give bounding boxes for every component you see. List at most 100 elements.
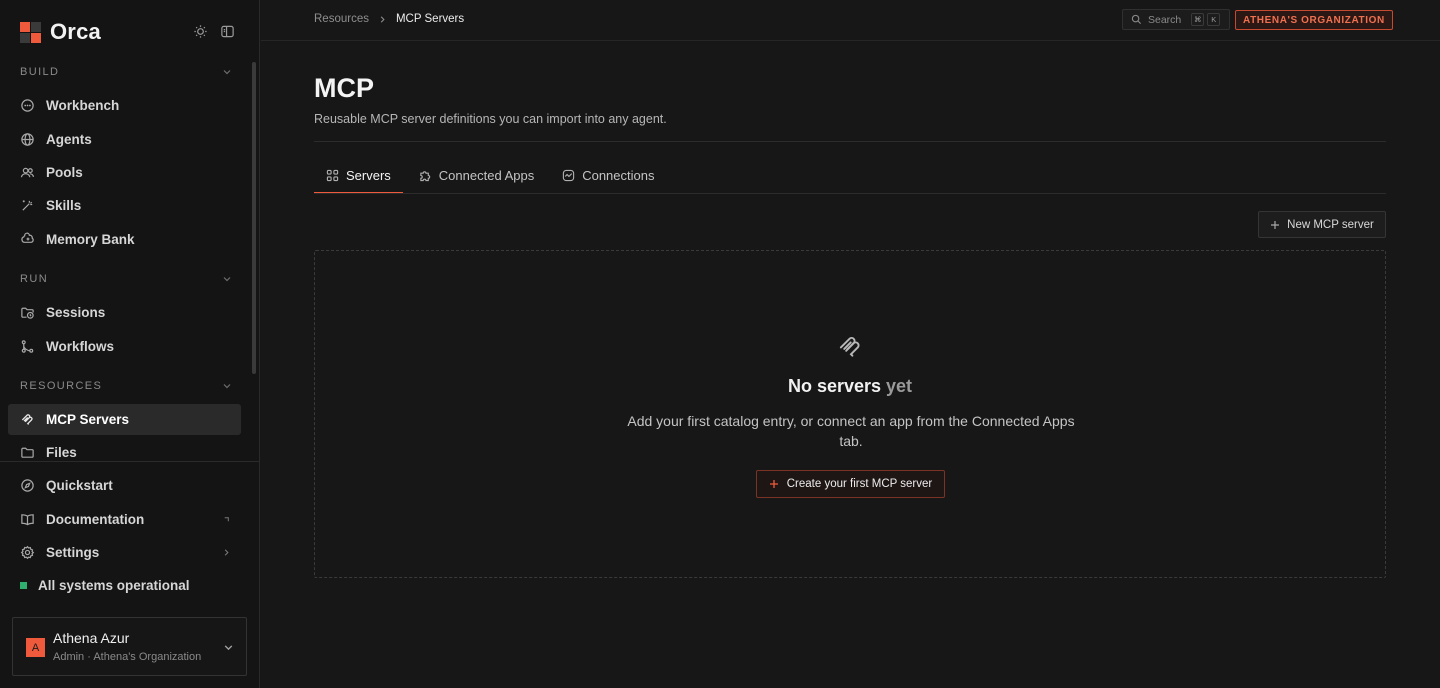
orca-logo [20, 21, 41, 43]
org-switcher[interactable]: ATHENA'S ORGANIZATION [1235, 10, 1393, 30]
sidebar-item-mcp-servers[interactable]: MCP Servers [8, 404, 241, 435]
activity-icon [562, 169, 575, 182]
plus-icon [769, 479, 779, 489]
page-title: MCP [314, 73, 374, 103]
section-build[interactable]: BUILD [20, 64, 232, 80]
tabs-divider [314, 193, 1386, 194]
tab-label: Servers [346, 167, 391, 183]
chevron-down-icon [222, 274, 232, 284]
sun-icon[interactable] [193, 24, 208, 39]
brain-icon [20, 232, 35, 247]
sidebar: Orca BUILD Workbench Agents Pools Skills… [0, 0, 260, 688]
chevron-right-icon [378, 15, 387, 24]
grid-icon [326, 169, 339, 182]
chat-bubble-icon [20, 98, 35, 113]
section-run-title: RUN [20, 273, 49, 285]
sidebar-item-workflows[interactable]: Workflows [8, 331, 241, 362]
plus-icon [1270, 220, 1280, 230]
section-resources[interactable]: RESOURCES [20, 378, 232, 394]
search-icon [1131, 14, 1142, 25]
sidebar-item-label: Settings [46, 545, 100, 560]
sidebar-item-label: Quickstart [46, 478, 113, 493]
sidebar-item-label: Skills [46, 198, 82, 213]
user-name: Athena Azur [53, 630, 130, 646]
sidebar-item-files[interactable]: Files [8, 437, 241, 461]
compass-icon [20, 478, 35, 493]
book-icon [20, 512, 35, 527]
users-icon [20, 165, 35, 180]
gear-icon [20, 545, 35, 560]
system-status[interactable]: All systems operational [20, 578, 190, 593]
chevron-down-icon [222, 381, 232, 391]
page-subtitle: Reusable MCP server definitions you can … [314, 112, 667, 126]
section-resources-title: RESOURCES [20, 380, 103, 392]
create-first-mcp-server-button[interactable]: Create your first MCP server [756, 470, 945, 498]
breadcrumb-resources[interactable]: Resources [314, 13, 369, 25]
empty-state-description: Add your first catalog entry, or connect… [627, 413, 1075, 449]
wand-icon [20, 198, 35, 213]
sidebar-item-label: Memory Bank [46, 232, 135, 247]
sidebar-bottom-divider [0, 461, 260, 462]
user-menu[interactable]: A Athena Azur Admin · Athena's Organizat… [12, 617, 247, 676]
breadcrumb-current: MCP Servers [395, 13, 465, 25]
empty-title-muted: yet [886, 376, 913, 396]
mcp-icon [20, 412, 35, 427]
empty-state: No servers yet Add your first catalog en… [314, 250, 1386, 578]
sidebar-item-memory-bank[interactable]: Memory Bank [8, 224, 241, 255]
section-build-title: BUILD [20, 66, 60, 78]
globe-icon [20, 132, 35, 147]
empty-title-main: No servers [787, 376, 882, 396]
tab-label: Connected Apps [438, 167, 535, 183]
external-link-icon [222, 515, 231, 524]
chevron-down-icon [223, 642, 234, 653]
sidebar-item-label: Sessions [46, 305, 106, 320]
mcp-icon [837, 333, 864, 360]
tab-connected-apps[interactable]: Connected Apps [407, 158, 546, 192]
git-branch-icon [20, 339, 35, 354]
brand[interactable]: Orca [20, 19, 101, 44]
shortcut-key-cmd: ⌘ [1191, 13, 1205, 26]
user-role: Admin · Athena's Organization [53, 651, 202, 663]
sidebar-item-label: Documentation [46, 512, 145, 527]
sidebar-item-documentation[interactable]: Documentation [8, 504, 241, 535]
sidebar-item-agents[interactable]: Agents [8, 124, 241, 155]
sidebar-item-skills[interactable]: Skills [8, 190, 241, 221]
status-dot [20, 582, 27, 589]
sidebar-item-pools[interactable]: Pools [8, 157, 241, 188]
tab-label: Connections [582, 167, 655, 183]
puzzle-icon [419, 169, 432, 182]
sidebar-item-quickstart[interactable]: Quickstart [8, 470, 241, 501]
search-placeholder: Search [1148, 13, 1182, 26]
sidebar-item-label: Files [46, 445, 77, 460]
sidebar-item-workbench[interactable]: Workbench [8, 90, 241, 121]
sidebar-item-sessions[interactable]: Sessions [8, 297, 241, 328]
button-label: Create your first MCP server [786, 478, 933, 490]
sidebar-item-label: Agents [46, 132, 92, 147]
sidebar-item-label: MCP Servers [46, 412, 130, 427]
tab-servers[interactable]: Servers [314, 158, 403, 194]
sidebar-item-settings[interactable]: Settings [8, 537, 241, 568]
folder-clock-icon [20, 305, 35, 320]
sidebar-toggle-icon[interactable] [220, 24, 235, 39]
section-run[interactable]: RUN [20, 271, 232, 287]
search-input[interactable]: Search ⌘ K [1122, 9, 1230, 30]
button-label: New MCP server [1287, 218, 1374, 231]
topbar: Resources MCP Servers Search ⌘ K ATHENA'… [261, 0, 1440, 41]
shortcut-key-k: K [1207, 13, 1221, 26]
sidebar-scrollbar[interactable] [252, 62, 256, 374]
app-name: Orca [50, 19, 101, 44]
empty-state-title: No servers yet [315, 376, 1385, 397]
divider [314, 141, 1386, 142]
folder-icon [20, 445, 35, 460]
breadcrumb: Resources MCP Servers [314, 13, 464, 25]
sidebar-top-actions [193, 24, 235, 39]
chevron-down-icon [222, 67, 232, 77]
avatar: A [26, 638, 45, 657]
new-mcp-server-button[interactable]: New MCP server [1258, 211, 1386, 238]
tab-connections[interactable]: Connections [550, 158, 666, 192]
sidebar-item-label: Workbench [46, 98, 120, 113]
tabs: Servers Connected Apps Connections [314, 158, 670, 194]
status-label: All systems operational [38, 578, 190, 593]
sidebar-item-label: Workflows [46, 339, 115, 354]
chevron-right-icon [222, 548, 231, 557]
